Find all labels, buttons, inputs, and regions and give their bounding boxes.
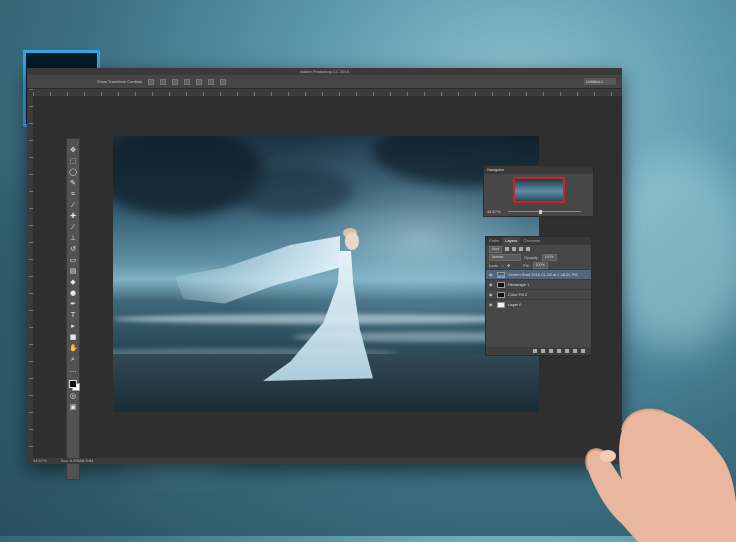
opacity-input[interactable]: 100% <box>541 253 557 261</box>
pen-tool-icon[interactable]: ✒ <box>69 301 77 308</box>
lasso-tool-icon[interactable]: ◯ <box>69 169 77 176</box>
rectangle-tool-icon[interactable]: ■ <box>69 334 77 341</box>
blur-tool-icon[interactable]: ◆ <box>69 279 77 286</box>
layer-name: Screen Shot 2016-01-28 at 2.48.25 PM <box>508 272 578 277</box>
brush-tool-icon[interactable]: ⁄ <box>69 224 77 231</box>
blend-mode-select[interactable]: Normal <box>489 253 521 261</box>
tab-paths[interactable]: Paths <box>486 237 502 245</box>
hand-image <box>585 408 736 542</box>
new-layer-icon[interactable] <box>573 349 577 353</box>
mask-icon[interactable] <box>549 349 553 353</box>
status-zoom[interactable]: 44.57% <box>33 458 47 464</box>
lock-icon[interactable]: ⌂ <box>502 263 504 268</box>
document-canvas[interactable] <box>113 136 539 412</box>
tab-layers[interactable]: Layers <box>502 237 521 245</box>
clone-stamp-tool-icon[interactable]: ⊥ <box>69 235 77 242</box>
type-tool-icon[interactable]: T <box>69 312 77 319</box>
photo-image <box>113 136 539 412</box>
lock-label: Lock: <box>489 262 499 268</box>
layers-footer <box>486 347 591 355</box>
tools-panel: ✥ ⬚ ◯ ✎ ⌗ ⁄ ✚ ⁄ ⊥ ↺ ▭ ▤ ◆ ● ✒ T ▸ ■ ✋ ⌕ … ◎ ▣ <box>66 138 80 480</box>
zoom-tool-icon[interactable]: ⌕ <box>69 356 77 363</box>
align-button[interactable] <box>160 78 167 85</box>
window-title: Adobe Photoshop CC 2015 <box>27 68 622 75</box>
layer-row[interactable]: ◉ Screen Shot 2016-01-28 at 2.48.25 PM <box>486 269 591 279</box>
crop-tool-icon[interactable]: ⌗ <box>69 191 77 198</box>
ruler-horizontal <box>33 89 622 96</box>
photoshop-window: Adobe Photoshop CC 2015 Show Transform C… <box>27 68 622 480</box>
fx-icon[interactable] <box>541 349 545 353</box>
dodge-tool-icon[interactable]: ● <box>69 290 77 297</box>
marquee-tool-icon[interactable]: ⬚ <box>69 158 77 165</box>
adjustment-icon[interactable] <box>557 349 561 353</box>
workspace-select[interactable]: Untitled-1 <box>584 78 616 85</box>
layer-row[interactable]: ◉ Rectangle 1 <box>486 279 591 289</box>
filter-type-icon[interactable] <box>519 247 524 251</box>
blend-row: Normal Opacity: 100% <box>486 253 591 261</box>
filter-shape-icon[interactable] <box>526 247 531 251</box>
layer-name: Rectangle 1 <box>508 282 530 287</box>
quick-mask-tool-icon[interactable]: ◎ <box>69 393 77 400</box>
fill-label: Fill: <box>523 262 530 268</box>
navigator-title: Navigator <box>484 166 593 174</box>
layer-row[interactable]: ◉ Layer 0 <box>486 299 591 309</box>
spot-heal-tool-icon[interactable]: ✚ <box>69 213 77 220</box>
filter-pixel-icon[interactable] <box>505 247 510 251</box>
group-icon[interactable] <box>565 349 569 353</box>
path-select-tool-icon[interactable]: ▸ <box>69 323 77 330</box>
align-button[interactable] <box>148 78 155 85</box>
edit-toolbar-tool-icon[interactable]: … <box>69 367 77 374</box>
filter-row: Kind <box>486 245 591 253</box>
lock-row: Lock: ⌂ ✥ Fill: 100% <box>486 261 591 269</box>
layer-list: ◉ Screen Shot 2016-01-28 at 2.48.25 PM ◉ Re… <box>486 269 591 309</box>
link-layers-icon[interactable] <box>533 349 537 353</box>
opacity-label: Opacity: <box>524 254 539 260</box>
navigator-slider-knob[interactable] <box>539 210 542 214</box>
distribute-button[interactable] <box>208 78 215 85</box>
tab-channels[interactable]: Channels <box>520 237 543 245</box>
ruler-vertical <box>27 89 33 458</box>
distribute-button[interactable] <box>196 78 203 85</box>
navigator-thumbnail[interactable] <box>513 177 565 203</box>
visibility-eye-icon[interactable]: ◉ <box>489 302 494 307</box>
navigator-zoom[interactable]: 44.57% <box>487 209 501 214</box>
eyedropper-tool-icon[interactable]: ⁄ <box>69 202 77 209</box>
layer-row[interactable]: ◉ Color Fill 2 <box>486 289 591 299</box>
quick-select-tool-icon[interactable]: ✎ <box>69 180 77 187</box>
navigator-zoom-slider[interactable] <box>508 211 581 212</box>
navigator-panel: Navigator 44.57% <box>483 165 594 217</box>
align-button[interactable] <box>172 78 179 85</box>
screen-mode-tool-icon[interactable]: ▣ <box>69 404 77 411</box>
layers-tabs: Paths Layers Channels <box>486 237 591 245</box>
3d-mode-button[interactable] <box>220 78 227 85</box>
visibility-eye-icon[interactable]: ◉ <box>489 272 494 277</box>
history-brush-tool-icon[interactable]: ↺ <box>69 246 77 253</box>
align-button[interactable] <box>184 78 191 85</box>
layer-name: Layer 0 <box>508 302 522 307</box>
move-tool-icon[interactable]: ✥ <box>69 147 77 154</box>
hand-tool-icon[interactable]: ✋ <box>69 345 78 352</box>
gradient-tool-icon[interactable]: ▤ <box>69 268 77 275</box>
trash-icon[interactable] <box>581 349 585 353</box>
status-bar: 44.57% Doc: 6.59M/6.94M <box>27 458 622 464</box>
layers-panel: Paths Layers Channels Kind Normal Opacit… <box>485 236 592 356</box>
color-swatches[interactable] <box>68 380 80 391</box>
layer-name: Color Fill 2 <box>508 292 528 297</box>
eraser-tool-icon[interactable]: ▭ <box>69 257 77 264</box>
layer-thumbnail <box>497 271 505 278</box>
layer-thumbnail <box>497 291 505 298</box>
visibility-eye-icon[interactable]: ◉ <box>489 282 494 287</box>
move-lock-icon[interactable]: ✥ <box>507 263 510 268</box>
visibility-eye-icon[interactable]: ◉ <box>489 292 494 297</box>
status-doc-size: Doc: 6.59M/6.94M <box>60 458 94 463</box>
layer-thumbnail <box>497 281 505 288</box>
show-transform-label[interactable]: Show Transform Controls <box>97 79 142 84</box>
options-bar: Show Transform Controls Untitled-1 <box>27 75 622 89</box>
layer-thumbnail <box>497 301 505 308</box>
fill-input[interactable]: 100% <box>532 261 548 269</box>
filter-adjust-icon[interactable] <box>512 247 517 251</box>
kind-filter-select[interactable]: Kind <box>489 245 503 253</box>
foreground-color-swatch[interactable] <box>68 380 77 388</box>
